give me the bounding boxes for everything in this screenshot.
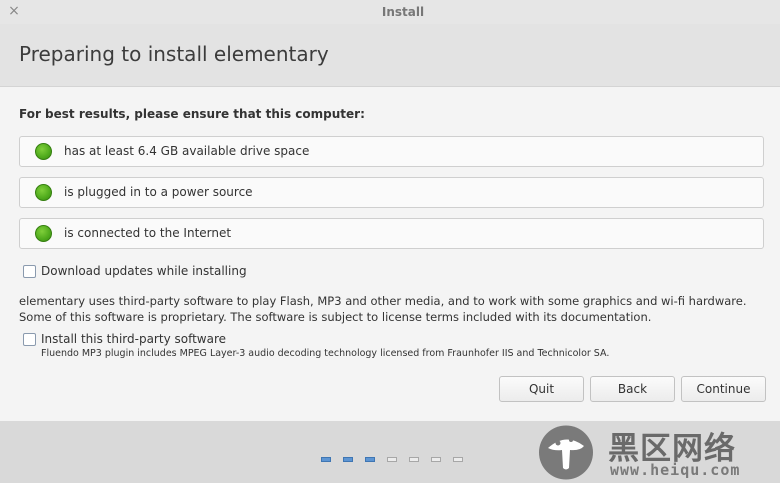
progress-step-indicator (409, 457, 419, 462)
download-updates-checkbox[interactable] (23, 265, 36, 278)
back-button[interactable]: Back (590, 376, 675, 402)
progress-step-indicator (431, 457, 441, 462)
progress-step-indicator (453, 457, 463, 462)
progress-step-indicator (343, 457, 353, 462)
requirement-drive-space: has at least 6.4 GB available drive spac… (19, 136, 764, 167)
watermark-url: www.heiqu.com (610, 461, 741, 479)
third-party-info: elementary uses third-party software to … (19, 294, 747, 324)
download-updates-label[interactable]: Download updates while installing (41, 264, 247, 278)
requirement-label: has at least 6.4 GB available drive spac… (64, 144, 310, 158)
mushroom-logo-icon (539, 425, 593, 480)
requirement-power-source: is plugged in to a power source (19, 177, 764, 208)
continue-button[interactable]: Continue (681, 376, 766, 402)
progress-step-indicator (321, 457, 331, 462)
progress-step-indicator (365, 457, 375, 462)
watermark: 黑区网络 www.heiqu.com (536, 421, 772, 483)
page-title: Preparing to install elementary (19, 42, 329, 66)
requirement-label: is connected to the Internet (64, 226, 232, 240)
progress-step-indicator (387, 457, 397, 462)
quit-button[interactable]: Quit (499, 376, 584, 402)
progress-footer: 黑区网络 www.heiqu.com (0, 421, 780, 483)
green-dot-icon (35, 225, 52, 242)
green-dot-icon (35, 143, 52, 160)
requirements-intro: For best results, please ensure that thi… (19, 107, 365, 121)
requirement-internet: is connected to the Internet (19, 218, 764, 249)
third-party-checkbox[interactable] (23, 333, 36, 346)
title-bar: × Install (0, 0, 780, 24)
third-party-label[interactable]: Install this third-party software (41, 332, 226, 346)
page-header: Preparing to install elementary (0, 24, 780, 87)
green-dot-icon (35, 184, 52, 201)
content-area: For best results, please ensure that thi… (0, 87, 780, 421)
window-title: Install (381, 5, 425, 19)
fluendo-note: Fluendo MP3 plugin includes MPEG Layer-3… (41, 348, 610, 359)
requirement-label: is plugged in to a power source (64, 185, 253, 199)
